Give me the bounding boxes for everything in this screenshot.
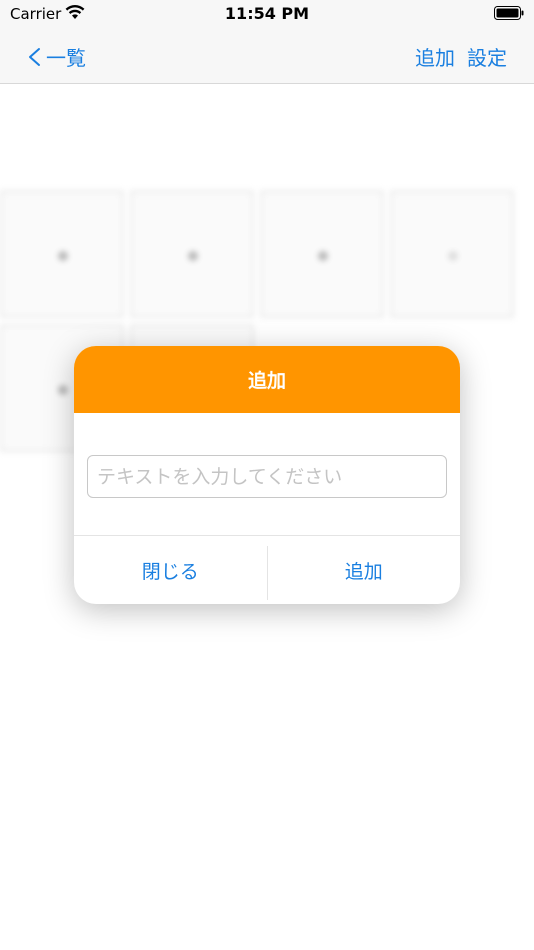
- screen: Carrier 11:54 PM 一覧 追加 設定 追加 テキストを入力してくだ…: [0, 0, 534, 950]
- back-button[interactable]: 一覧: [26, 42, 86, 71]
- add-button[interactable]: 追加: [268, 536, 461, 604]
- dialog-body: [74, 413, 460, 535]
- clock: 11:54 PM: [224, 4, 310, 23]
- dialog-title: 追加: [247, 370, 286, 392]
- status-bar: Carrier 11:54 PM: [0, 0, 534, 28]
- nav-settings-button[interactable]: 設定: [467, 42, 507, 71]
- navigation-bar: 一覧 追加 設定: [0, 28, 534, 84]
- add-dialog: 追加 閉じる 追加: [74, 346, 460, 604]
- dialog-footer: 閉じる 追加: [74, 535, 460, 604]
- nav-add-button[interactable]: 追加: [415, 42, 455, 71]
- battery-icon: [494, 6, 524, 20]
- chevron-left-icon: [29, 47, 40, 66]
- dialog-header: 追加: [74, 346, 460, 413]
- back-button-label: 一覧: [46, 46, 86, 70]
- close-button[interactable]: 閉じる: [74, 536, 267, 604]
- text-input[interactable]: [87, 455, 447, 498]
